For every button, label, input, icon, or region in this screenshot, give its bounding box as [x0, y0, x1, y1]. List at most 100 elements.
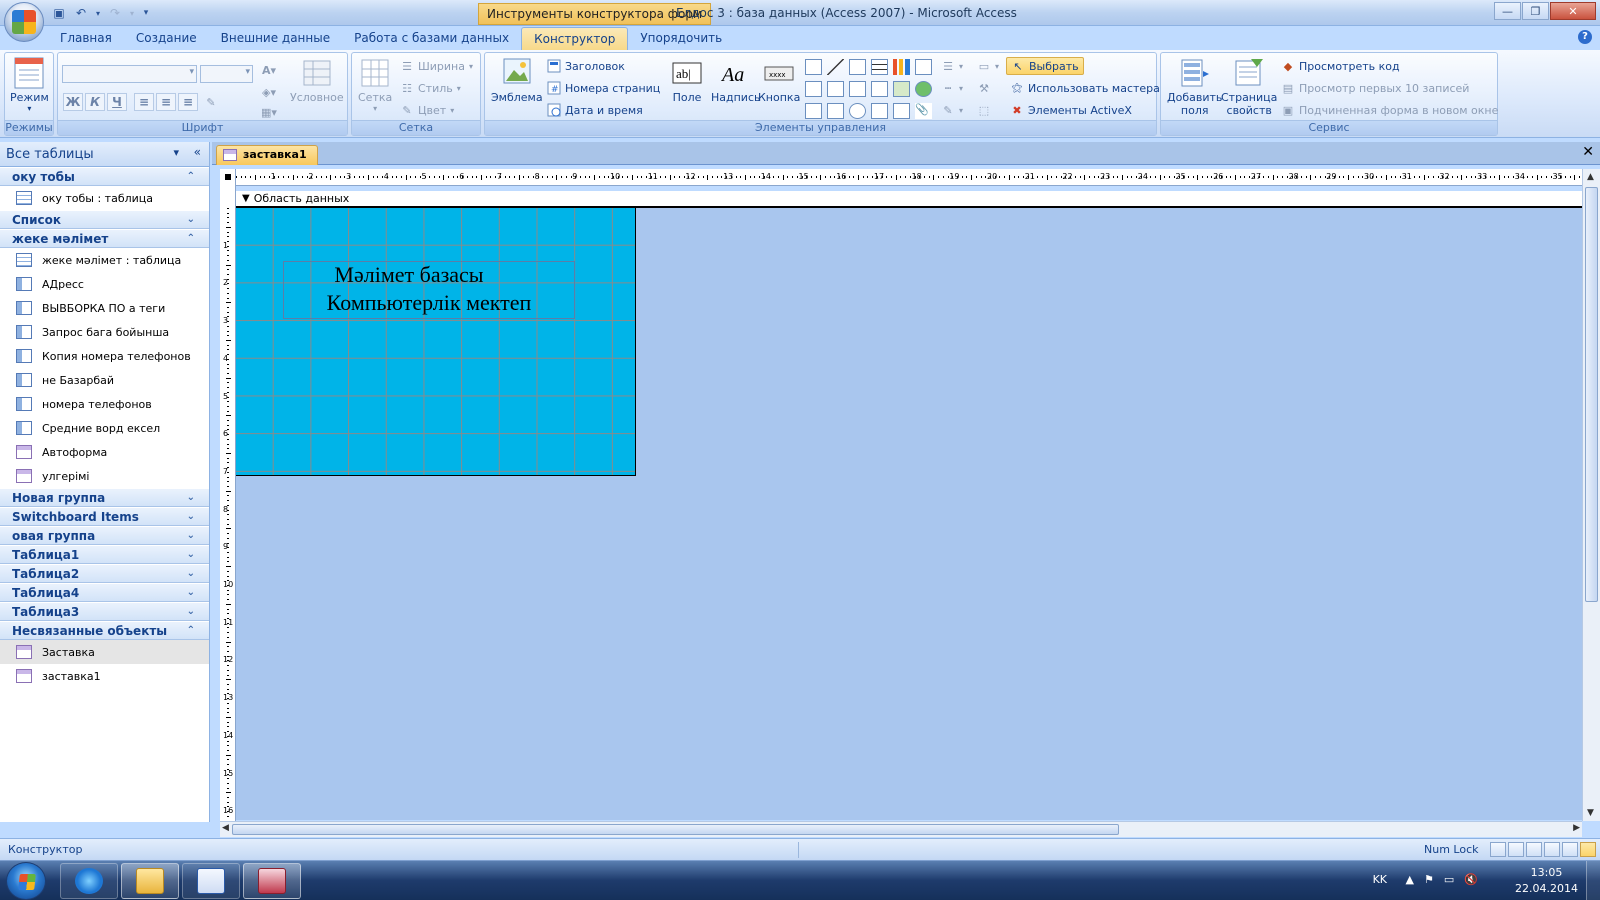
- font-size-combo[interactable]: [200, 65, 253, 83]
- close-button[interactable]: ✕: [1550, 2, 1596, 20]
- design-canvas[interactable]: Мәлімет базасы Компьютерлік мектеп: [236, 208, 1582, 820]
- activex-button[interactable]: ✖ Элементы ActiveX: [1010, 103, 1132, 117]
- fill-color-button[interactable]: ◈▾: [258, 83, 280, 101]
- nav-item[interactable]: Заставка: [0, 640, 209, 664]
- option-button-icon[interactable]: [849, 103, 866, 119]
- scroll-right-icon[interactable]: ▶: [1573, 823, 1580, 833]
- align-right-icon[interactable]: ≡: [178, 93, 198, 111]
- label-button[interactable]: Aa Надпись: [711, 57, 761, 104]
- design-view-icon[interactable]: [1580, 842, 1596, 857]
- grid-color-button[interactable]: ✎ Цвет ▾: [400, 103, 454, 117]
- nav-group[interactable]: жеке мәлімет ⌃: [0, 229, 209, 248]
- gridlines-big-button[interactable]: Сетка ▾: [358, 57, 392, 113]
- minimize-button[interactable]: —: [1494, 2, 1521, 20]
- select-all-button[interactable]: ⬚: [977, 103, 991, 117]
- gridlines-button[interactable]: ▦▾: [258, 105, 280, 119]
- use-wizards-button[interactable]: ⚝ Использовать мастера: [1010, 81, 1160, 95]
- nav-item[interactable]: не Базарбай: [0, 368, 209, 392]
- nav-group[interactable]: Несвязанные объекты ⌃: [0, 621, 209, 640]
- chevron-down-icon[interactable]: ⌄: [187, 568, 195, 579]
- bold-button[interactable]: Ж: [63, 93, 83, 111]
- taskbar-word[interactable]: [182, 863, 240, 899]
- nav-item[interactable]: номера телефонов: [0, 392, 209, 416]
- title-label-control[interactable]: Мәлімет базасы Компьютерлік мектеп: [283, 261, 575, 319]
- show-hidden-icons-icon[interactable]: ▲: [1406, 873, 1414, 886]
- line-thickness-button[interactable]: ☰ ▾: [941, 59, 963, 73]
- scroll-left-icon[interactable]: ◀: [222, 823, 229, 833]
- language-indicator[interactable]: KK: [1373, 873, 1387, 886]
- field-button[interactable]: ab| Поле: [671, 57, 703, 104]
- image-icon[interactable]: [893, 81, 910, 97]
- option-group-icon[interactable]: [849, 59, 866, 75]
- nav-item[interactable]: АДресс: [0, 272, 209, 296]
- line-color-button[interactable]: ✎ ▾: [941, 103, 963, 117]
- clock[interactable]: 13:05 22.04.2014: [1515, 865, 1578, 897]
- redo-icon[interactable]: ↷: [106, 4, 124, 22]
- property-sheet-button[interactable]: Страница свойств: [1221, 57, 1277, 117]
- view-button[interactable]: Режим ▾: [10, 57, 49, 113]
- chart-icon[interactable]: [893, 59, 910, 75]
- undo-icon[interactable]: ↶: [72, 4, 90, 22]
- checkbox-icon[interactable]: [849, 81, 866, 97]
- font-color-button[interactable]: A▾: [258, 61, 280, 79]
- collapse-pane-icon[interactable]: «: [194, 145, 201, 159]
- tab-design[interactable]: Конструктор: [521, 27, 629, 50]
- help-icon[interactable]: ?: [1578, 30, 1592, 44]
- layout-view-icon[interactable]: [1562, 842, 1578, 857]
- vertical-ruler[interactable]: 1234567891011121314151617: [220, 186, 236, 822]
- ruler-corner[interactable]: [220, 169, 236, 186]
- taskbar-access[interactable]: [243, 863, 301, 899]
- tab-external-data[interactable]: Внешние данные: [209, 27, 342, 50]
- tab-create[interactable]: Создание: [124, 27, 209, 50]
- add-existing-fields-button[interactable]: Добавить поля: [1167, 57, 1222, 117]
- detail-section-bar[interactable]: ▼ Область данных: [236, 191, 1582, 208]
- bound-frame-icon[interactable]: [871, 103, 888, 119]
- align-center-icon[interactable]: ≡: [156, 93, 176, 111]
- document-tab-zastavka1[interactable]: заставка1: [216, 145, 318, 165]
- command-button[interactable]: xxxx Кнопка: [758, 57, 800, 104]
- nav-header[interactable]: Все таблицы ▾ «: [0, 142, 209, 167]
- subform-new-window-button[interactable]: ▣ Подчиненная форма в новом окне: [1281, 103, 1499, 117]
- date-time-button[interactable]: Дата и время: [547, 103, 643, 117]
- italic-button[interactable]: К: [85, 93, 105, 111]
- datasheet-view-icon[interactable]: [1508, 842, 1524, 857]
- customize-qat-icon[interactable]: ▾: [140, 4, 152, 22]
- nav-menu-dropdown-icon[interactable]: ▾: [173, 146, 179, 159]
- nav-group[interactable]: Таблица3 ⌄: [0, 602, 209, 621]
- nav-group[interactable]: Таблица1 ⌄: [0, 545, 209, 564]
- set-control-defaults-button[interactable]: ⚒: [977, 81, 991, 95]
- chevron-down-icon[interactable]: ⌄: [187, 530, 195, 541]
- view-code-button[interactable]: ◆ Просмотреть код: [1281, 59, 1400, 73]
- chevron-down-icon[interactable]: ⌄: [187, 549, 195, 560]
- title-button[interactable]: Заголовок: [547, 59, 625, 73]
- insert-image-icon[interactable]: [893, 103, 910, 119]
- chevron-down-icon[interactable]: ⌄: [187, 214, 195, 225]
- horizontal-ruler[interactable]: 1 2 3 4 5 6 7 8 9 10 11 12 13 14 15 16 17 18 19 20 21 22 23 24 2…: [236, 169, 1582, 186]
- tab-arrange[interactable]: Упорядочить: [628, 27, 734, 50]
- rectangle-icon[interactable]: [827, 81, 844, 97]
- font-name-combo[interactable]: [62, 65, 197, 83]
- taskbar-ie[interactable]: [60, 863, 118, 899]
- conditional-formatting-button[interactable]: Условное: [290, 57, 344, 104]
- restore-button[interactable]: ❐: [1522, 2, 1549, 20]
- nav-item[interactable]: заставка1: [0, 664, 209, 688]
- nav-item[interactable]: жеке мәлімет : таблица: [0, 248, 209, 272]
- toggle-button-icon[interactable]: [827, 103, 844, 119]
- volume-muted-icon[interactable]: 🔇: [1464, 873, 1478, 886]
- list-box-icon[interactable]: [805, 81, 822, 97]
- line-icon[interactable]: [827, 59, 844, 75]
- pivot-chart-view-icon[interactable]: [1544, 842, 1560, 857]
- nav-item[interactable]: Запрос бага бойынша: [0, 320, 209, 344]
- combo-box-icon[interactable]: [805, 103, 822, 119]
- top10-preview-button[interactable]: ▤ Просмотр первых 10 записей: [1281, 81, 1470, 95]
- page-numbers-button[interactable]: # Номера страниц: [547, 81, 660, 95]
- nav-item[interactable]: улгерімі: [0, 464, 209, 488]
- format-painter-button[interactable]: ✎: [204, 95, 218, 109]
- logo-button[interactable]: Эмблема: [491, 57, 543, 104]
- attachment-icon[interactable]: 📎: [915, 103, 932, 119]
- show-desktop-button[interactable]: [1586, 861, 1600, 900]
- unbound-frame-icon[interactable]: [871, 81, 888, 97]
- pivot-table-view-icon[interactable]: [1526, 842, 1542, 857]
- taskbar-explorer[interactable]: [121, 863, 179, 899]
- scroll-down-icon[interactable]: ▼: [1587, 808, 1594, 818]
